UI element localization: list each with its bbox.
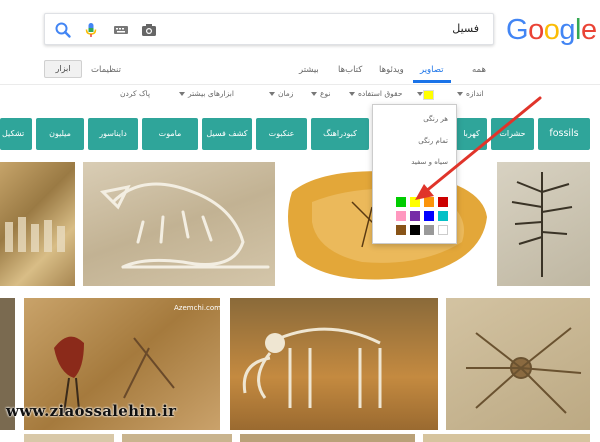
settings-link[interactable]: تنظیمات <box>91 65 121 75</box>
image-result[interactable] <box>423 434 590 442</box>
color-swatch-orange[interactable] <box>424 197 434 207</box>
color-swatch-teal[interactable] <box>438 211 448 221</box>
chip-mammoth[interactable]: ماموت <box>142 118 198 150</box>
image-result[interactable] <box>24 434 114 442</box>
keyboard-icon[interactable] <box>111 20 131 40</box>
chip-spider[interactable]: عنکبوت <box>256 118 307 150</box>
search-input[interactable]: فسیل <box>452 22 479 35</box>
color-swatch-red[interactable] <box>438 197 448 207</box>
spider-fossil-image <box>466 327 582 414</box>
selected-color-indicator[interactable] <box>423 90 434 100</box>
filter-clear[interactable]: پاک کردن <box>120 89 150 98</box>
chip-fossils[interactable]: fossils <box>538 118 590 150</box>
logo-letter: g <box>559 14 575 46</box>
skeleton-fossil-image <box>99 182 270 269</box>
color-swatch-pink[interactable] <box>396 211 406 221</box>
google-logo[interactable]: Google <box>506 14 597 47</box>
chevron-down-icon <box>457 92 463 96</box>
header-divider <box>0 84 600 85</box>
color-swatch-yellow[interactable] <box>410 197 420 207</box>
microphone-icon[interactable] <box>81 20 101 40</box>
watermark-text: www.ziaossalehin.ir <box>6 402 177 420</box>
chip-fossil-discovery[interactable]: کشف فسیل <box>202 118 252 150</box>
filter-bar: اندازه حقوق استفاده نوع زمان ابزارهای بی… <box>118 89 498 103</box>
color-swatch-white[interactable] <box>438 225 448 235</box>
image-result[interactable] <box>230 298 438 430</box>
filter-more-tools[interactable]: ابزارهای بیشتر <box>176 89 234 98</box>
chevron-down-icon <box>349 92 355 96</box>
logo-letter: o <box>543 14 560 46</box>
color-option-any[interactable]: هر رنگی <box>423 115 448 123</box>
tools-button[interactable]: ابزار <box>44 60 82 78</box>
tab-videos[interactable]: ویدئوها <box>379 65 404 75</box>
active-tab-indicator <box>413 80 451 83</box>
filter-time-label: زمان <box>278 89 294 98</box>
chip-amber[interactable]: کهربا <box>456 118 487 150</box>
color-filter-menu: هر رنگی تمام رنگی سیاه و سفید <box>372 104 457 244</box>
fern-fossil-image <box>511 172 573 277</box>
filter-usage-rights[interactable]: حقوق استفاده <box>346 89 403 98</box>
color-swatch-blue[interactable] <box>424 211 434 221</box>
camera-icon[interactable] <box>139 20 159 40</box>
fossil-teeth-image <box>5 217 65 252</box>
filter-more-label: ابزارهای بیشتر <box>188 89 234 98</box>
tab-images[interactable]: تصاویر <box>420 65 444 75</box>
image-result[interactable] <box>497 162 590 286</box>
tab-all[interactable]: همه <box>472 65 486 75</box>
logo-letter: o <box>528 14 544 46</box>
mammoth-skeleton-image <box>242 327 382 408</box>
color-swatch-purple[interactable] <box>410 211 420 221</box>
filter-size-label: اندازه <box>466 89 484 98</box>
google-images-page: { "logo": { "text": "Google", "letters":… <box>0 0 600 442</box>
filter-usage-label: حقوق استفاده <box>358 89 403 98</box>
color-swatch-black[interactable] <box>410 225 420 235</box>
chevron-down-icon <box>269 92 275 96</box>
image-result[interactable] <box>240 434 415 442</box>
chip-formation[interactable]: تشکیل <box>0 118 32 150</box>
logo-letter: e <box>580 14 597 46</box>
chip-kaboudrahang[interactable]: کبودراهنگ <box>311 118 369 150</box>
chevron-down-icon <box>311 92 317 96</box>
color-swatch-gray[interactable] <box>424 225 434 235</box>
chip-insects[interactable]: حشرات <box>491 118 534 150</box>
color-swatch-green[interactable] <box>396 197 406 207</box>
filter-type-label: نوع <box>320 89 331 98</box>
tab-books[interactable]: کتاب‌ها <box>338 65 362 75</box>
filter-time[interactable]: زمان <box>266 89 293 98</box>
search-box[interactable]: فسیل <box>44 13 494 45</box>
image-result[interactable] <box>122 434 232 442</box>
image-result[interactable] <box>0 162 75 286</box>
chevron-down-icon <box>179 92 185 96</box>
color-option-full[interactable]: تمام رنگی <box>418 137 448 145</box>
filter-size[interactable]: اندازه <box>454 89 484 98</box>
filter-type[interactable]: نوع <box>308 89 330 98</box>
tab-more[interactable]: بیشتر <box>299 65 319 75</box>
image-caption: Azemchi.com <box>174 304 220 312</box>
color-swatch-brown[interactable] <box>396 225 406 235</box>
search-icon[interactable] <box>53 20 73 40</box>
chip-dinosaur[interactable]: دایناسور <box>88 118 138 150</box>
logo-letter: G <box>506 14 529 46</box>
chip-million[interactable]: میلیون <box>36 118 84 150</box>
image-result[interactable] <box>83 162 275 286</box>
image-result[interactable] <box>446 298 590 430</box>
color-option-black-white[interactable]: سیاه و سفید <box>411 158 448 166</box>
